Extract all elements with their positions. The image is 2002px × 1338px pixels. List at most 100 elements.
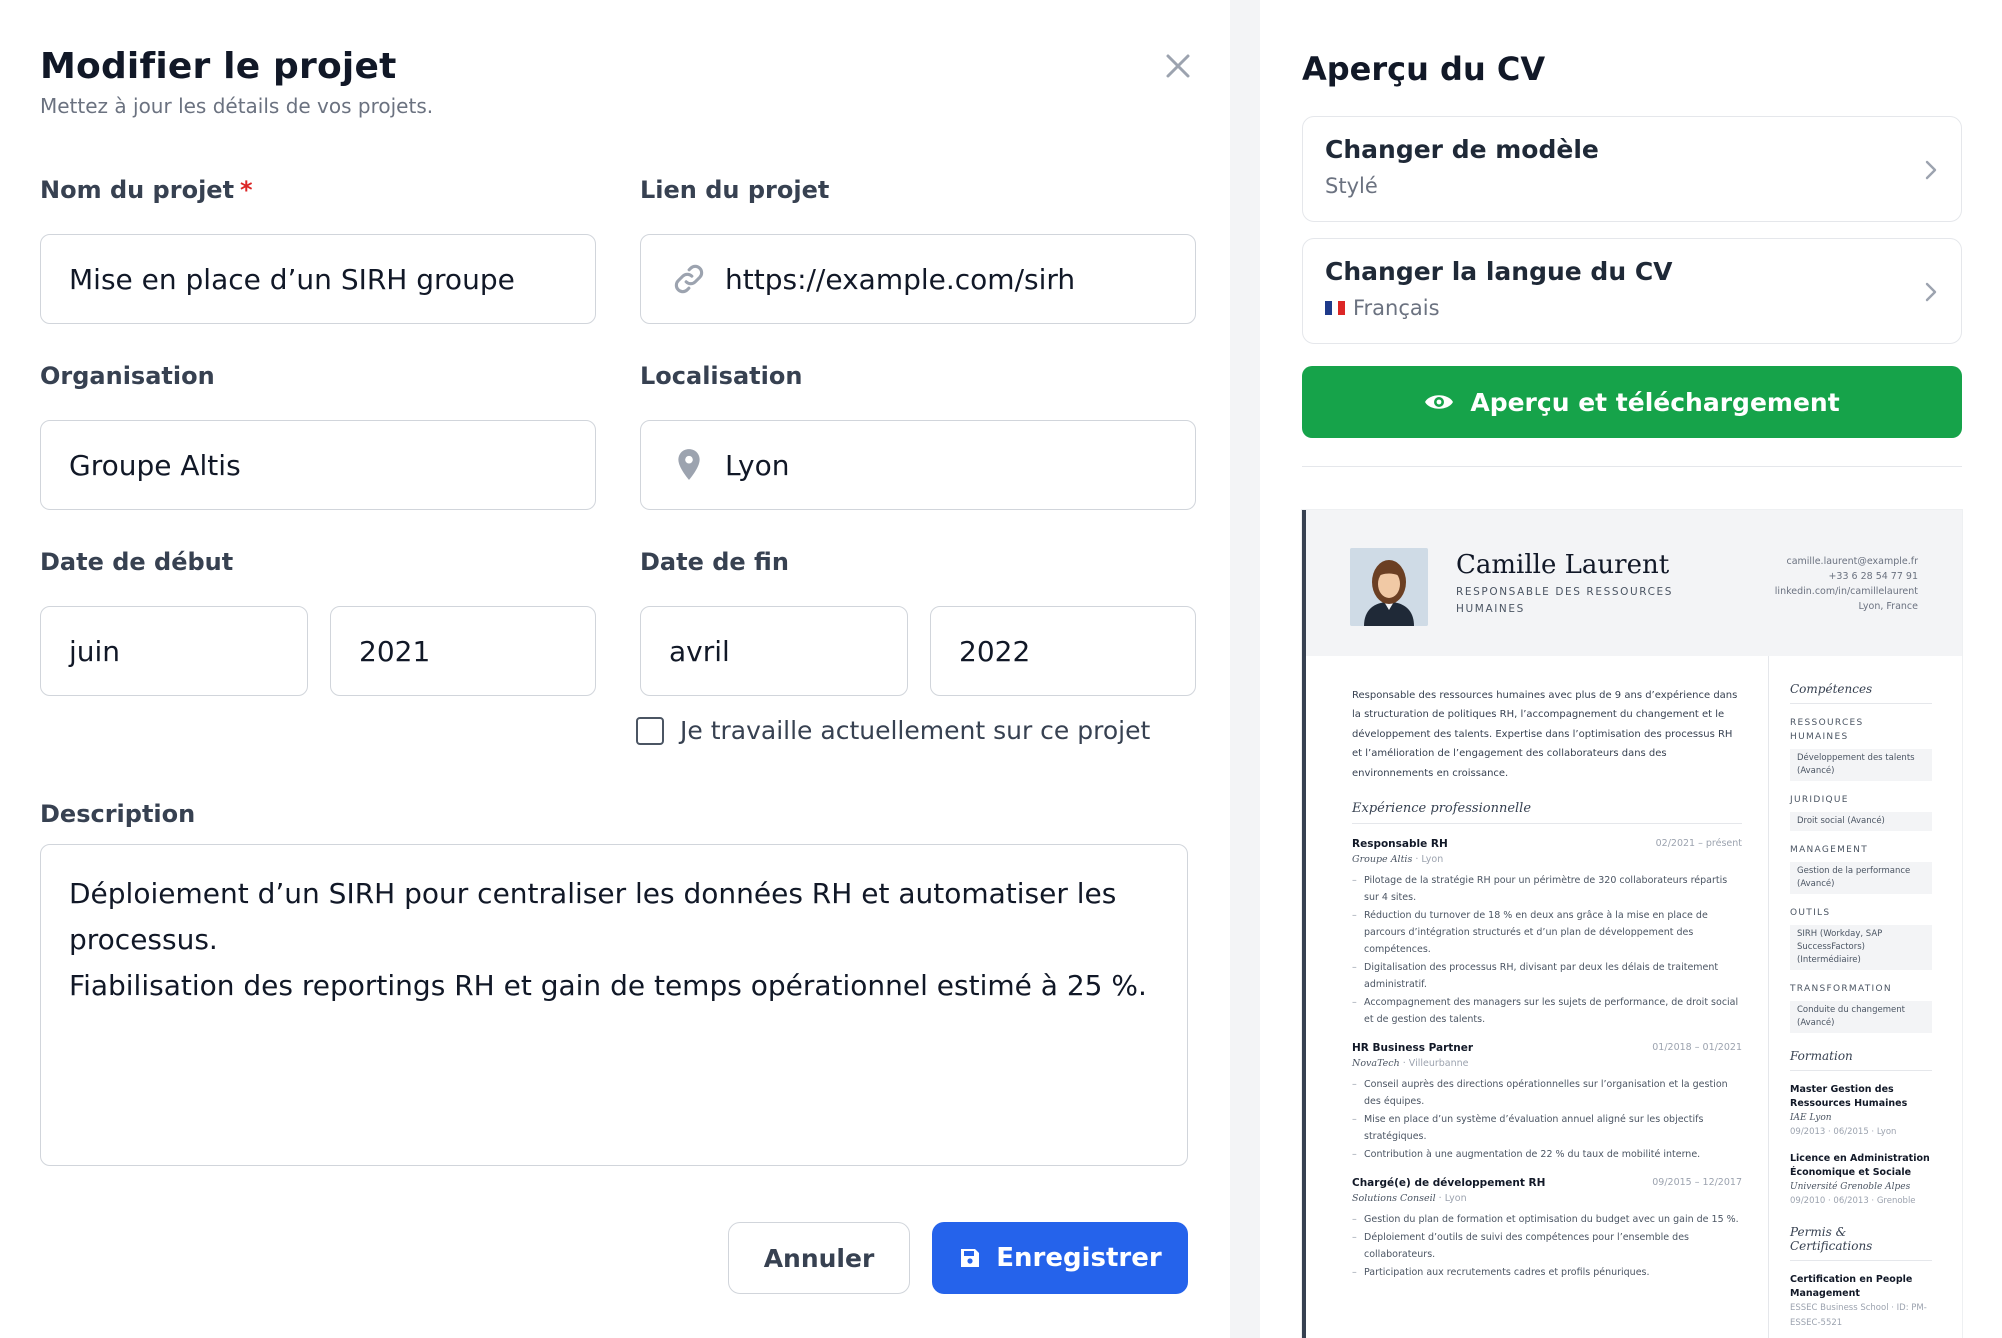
end-month-value: avril xyxy=(669,634,730,668)
start-month-select[interactable]: juin xyxy=(40,606,308,696)
change-language-card[interactable]: Changer la langue du CV Français xyxy=(1302,238,1962,344)
skill-tag: Droit social (Avancé) xyxy=(1790,812,1932,831)
current-project-checkbox[interactable] xyxy=(636,716,664,745)
cv-skills-heading: Compétences xyxy=(1790,682,1932,704)
skill-category: TRANSFORMATION xyxy=(1790,982,1932,996)
preview-download-button[interactable]: Aperçu et téléchargement xyxy=(1302,366,1962,438)
cv-linkedin: linkedin.com/in/camillelaurent xyxy=(1774,586,1918,597)
cv-education: Master Gestion des Ressources Humaines IA… xyxy=(1790,1083,1932,1209)
cv-job-location: Lyon xyxy=(1444,1193,1467,1205)
project-name-label: Nom du projet * xyxy=(40,176,253,204)
skill-category: OUTILS xyxy=(1790,906,1932,920)
save-icon xyxy=(958,1246,982,1270)
cv-phone: +33 6 28 54 77 91 xyxy=(1828,571,1918,582)
cv-job-separator: · xyxy=(1399,1058,1409,1070)
cv-bullet: Mise en place d’un système d’évaluation … xyxy=(1352,1111,1742,1145)
description-textarea[interactable]: Déploiement d’un SIRH pour centraliser l… xyxy=(40,844,1188,1166)
cv-job-bullets: Pilotage de la stratégie RH pour un péri… xyxy=(1352,872,1742,1028)
close-icon xyxy=(1166,54,1190,78)
cv-job-org-name: NovaTech xyxy=(1352,1058,1400,1070)
skill-tag: Gestion de la performance (Avancé) xyxy=(1790,862,1932,894)
cv-job-bullets: Conseil auprès des directions opérationn… xyxy=(1352,1076,1742,1163)
end-date-label: Date de fin xyxy=(640,548,789,576)
cv-email: camille.laurent@example.fr xyxy=(1786,556,1918,567)
cv-city: Lyon, France xyxy=(1858,601,1918,612)
cv-job-location: Lyon xyxy=(1421,854,1444,866)
start-year-select[interactable]: 2021 xyxy=(330,606,596,696)
organisation-input[interactable]: Groupe Altis xyxy=(40,420,596,510)
change-template-card[interactable]: Changer de modèle Stylé xyxy=(1302,116,1962,222)
cv-job-org: NovaTech · Villeurbanne xyxy=(1352,1058,1742,1069)
cv-name: Camille Laurent xyxy=(1456,550,1670,580)
description-line: Fiabilisation des reportings RH et gain … xyxy=(69,969,1147,1002)
skill-tag: SIRH (Workday, SAP SuccessFactors) (Inte… xyxy=(1790,925,1932,970)
profile-photo xyxy=(1350,548,1428,626)
divider xyxy=(1302,466,1962,467)
change-language-title: Changer la langue du CV xyxy=(1325,257,1673,286)
cv-header: Camille Laurent RESPONSABLE DES RESSOURC… xyxy=(1306,510,1962,656)
education-item: Master Gestion des Ressources Humaines IA… xyxy=(1790,1083,1932,1140)
cancel-button[interactable]: Annuler xyxy=(728,1222,910,1294)
skill-tag: Conduite du changement (Avancé) xyxy=(1790,1001,1932,1033)
project-link-input[interactable]: https://example.com/sirh xyxy=(640,234,1196,324)
current-project-toggle[interactable]: Je travaille actuellement sur ce projet xyxy=(636,716,1150,745)
location-input[interactable]: Lyon xyxy=(640,420,1196,510)
project-link-value: https://example.com/sirh xyxy=(725,262,1076,296)
save-button[interactable]: Enregistrer xyxy=(932,1222,1188,1294)
skill-category-line: MANAGEMENT xyxy=(1790,845,1868,855)
cv-job: Chargé(e) de développement RH 09/2015 – 1… xyxy=(1352,1177,1742,1281)
cert-item: Certification en People Management ESSEC … xyxy=(1790,1273,1932,1331)
cv-bullet: Gestion du plan de formation et optimisa… xyxy=(1352,1211,1742,1228)
close-button[interactable] xyxy=(1158,46,1198,86)
page-title: Modifier le projet xyxy=(40,46,397,87)
cv-bullet: Participation aux recrutements cadres et… xyxy=(1352,1264,1742,1281)
skill-category: JURIDIQUE xyxy=(1790,793,1932,807)
end-year-value: 2022 xyxy=(959,634,1031,668)
organisation-label: Organisation xyxy=(40,362,215,390)
cv-certs-heading: Permis & Certifications xyxy=(1790,1225,1932,1261)
chevron-right-icon xyxy=(1925,282,1937,302)
cv-bullet: Digitalisation des processus RH, divisan… xyxy=(1352,959,1742,993)
location-label: Localisation xyxy=(640,362,803,390)
skill-category: MANAGEMENT xyxy=(1790,843,1932,857)
description-line: processus. xyxy=(69,923,218,956)
skill-category-line: HUMAINES xyxy=(1790,732,1849,742)
cv-experience-heading: Expérience professionnelle xyxy=(1352,801,1742,825)
link-icon xyxy=(669,259,709,299)
cv-job-dates: 09/2015 – 12/2017 xyxy=(1652,1177,1742,1189)
education-degree: Master Gestion des Ressources Humaines xyxy=(1790,1084,1908,1109)
location-value: Lyon xyxy=(725,448,790,482)
end-month-select[interactable]: avril xyxy=(640,606,908,696)
cancel-button-label: Annuler xyxy=(763,1243,875,1273)
edit-project-panel: Modifier le projet Mettez à jour les dét… xyxy=(0,0,1230,1338)
start-year-value: 2021 xyxy=(359,634,431,668)
cv-column-divider xyxy=(1768,656,1769,1338)
change-template-title: Changer de modèle xyxy=(1325,135,1599,164)
cert-name: Certification en People Management xyxy=(1790,1274,1913,1299)
cv-role-line: HUMAINES xyxy=(1456,603,1525,615)
cv-main-column: Responsable des ressources humaines avec… xyxy=(1352,686,1742,1282)
change-language-value: Français xyxy=(1353,296,1440,320)
cv-side-column: Compétences RESSOURCES HUMAINES Développem… xyxy=(1790,682,1932,1331)
required-asterisk: * xyxy=(240,176,253,204)
education-school: Université Grenoble Alpes xyxy=(1790,1182,1911,1192)
cv-bullet: Pilotage de la stratégie RH pour un péri… xyxy=(1352,872,1742,906)
cv-bullet: Accompagnement des managers sur les suje… xyxy=(1352,994,1742,1028)
end-year-select[interactable]: 2022 xyxy=(930,606,1196,696)
cv-job: HR Business Partner 01/2018 – 01/2021 Nova… xyxy=(1352,1042,1742,1163)
education-dates: 09/2010 · 06/2013 · Grenoble xyxy=(1790,1196,1916,1206)
cv-job-org: Groupe Altis · Lyon xyxy=(1352,854,1742,865)
skill-category-line: JURIDIQUE xyxy=(1790,795,1849,805)
change-language-row: Français xyxy=(1325,296,1939,320)
cv-job-location: Villeurbanne xyxy=(1408,1058,1469,1070)
cv-bullet: Déploiement d’outils de suivi des compét… xyxy=(1352,1229,1742,1263)
preview-download-label: Aperçu et téléchargement xyxy=(1470,387,1840,417)
flag-fr-icon xyxy=(1325,301,1346,315)
cv-job-org-name: Solutions Conseil xyxy=(1352,1193,1436,1205)
project-name-input[interactable]: Mise en place d’un SIRH groupe xyxy=(40,234,596,324)
skill-category-line: OUTILS xyxy=(1790,908,1831,918)
map-pin-icon xyxy=(669,445,709,485)
skill-tag: Développement des talents (Avancé) xyxy=(1790,749,1932,781)
organisation-value: Groupe Altis xyxy=(69,448,241,482)
cv-job-header: HR Business Partner 01/2018 – 01/2021 xyxy=(1352,1042,1742,1054)
